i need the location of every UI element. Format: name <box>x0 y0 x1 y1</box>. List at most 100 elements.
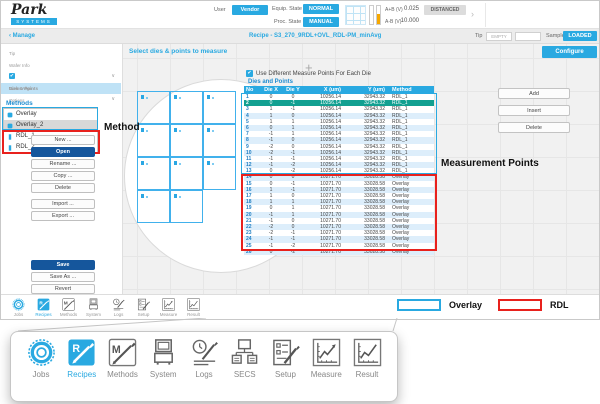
sample-state-button[interactable]: LOADED <box>563 31 597 41</box>
tip-state-field[interactable]: EMPTY <box>486 32 512 41</box>
use-different-points-checkbox[interactable]: ✔ <box>246 70 253 77</box>
distanced-button[interactable]: DISTANCED <box>424 5 466 15</box>
wafer-die[interactable] <box>203 157 236 190</box>
svg-text:M: M <box>112 344 121 356</box>
callout-toolbar-item[interactable]: Logs <box>184 338 224 379</box>
wafer-die[interactable] <box>170 91 203 124</box>
toolbar-item-label: Methods <box>56 312 81 317</box>
tip-field-secondary[interactable] <box>515 32 541 41</box>
tree-item-label: Wafer Info <box>9 60 121 71</box>
back-manage-link[interactable]: ‹ Manage <box>9 33 35 39</box>
wafer-die[interactable] <box>137 190 170 223</box>
toolbar-item[interactable]: Measure <box>156 296 181 317</box>
tree-item-label: Tip <box>9 48 121 59</box>
sidebar-save-button[interactable]: Save <box>31 260 95 270</box>
signal-level-fill <box>377 14 380 24</box>
jobs-icon <box>27 338 56 367</box>
sidebar-button[interactable]: Delete <box>31 183 95 193</box>
toolbar-item-label: Result <box>181 312 206 317</box>
equip-state-value[interactable]: NORMAL <box>303 4 339 14</box>
callout-toolbar-item[interactable]: Jobs <box>21 338 61 379</box>
sidebar-button[interactable]: Export ... <box>31 211 95 221</box>
methods-icon: M <box>108 338 137 367</box>
callout-item-label: Measure <box>306 370 346 379</box>
legend-label: RDL <box>550 300 569 310</box>
chevron-right-icon[interactable]: › <box>471 9 474 19</box>
sidebar-button[interactable]: Open <box>31 147 95 157</box>
equip-state-label: Equip. State <box>272 6 302 12</box>
toolbar-item[interactable]: M Methods <box>56 296 81 317</box>
a-minus-b-value: 10.000 <box>399 18 419 24</box>
brand-name: Park <box>11 4 57 17</box>
sidebar-tree-item[interactable]: ✔Wafer Align∨ <box>1 71 121 82</box>
system-icon <box>149 338 178 367</box>
legend-swatch <box>498 299 542 311</box>
toolbar-item-label: Recipes <box>31 312 56 317</box>
wafer-die[interactable] <box>203 124 236 157</box>
proc-state-value[interactable]: MANUAL <box>303 17 339 27</box>
callout-toolbar-item[interactable]: Result <box>347 338 387 379</box>
toolbar-item[interactable]: Result <box>181 296 206 317</box>
sidebar-button[interactable]: Import ... <box>31 199 95 209</box>
svg-text:R: R <box>73 343 81 355</box>
measure-icon <box>162 298 175 311</box>
toolbar-item[interactable]: Logs <box>106 296 131 317</box>
legend-swatch <box>397 299 441 311</box>
wafer-die[interactable] <box>170 157 203 190</box>
wafer-die[interactable] <box>137 157 170 190</box>
toolbar-item[interactable]: System <box>81 296 106 317</box>
sidebar-save-button[interactable]: Revert <box>31 284 95 294</box>
points-action-button[interactable]: Delete <box>498 122 570 133</box>
sidebar-tree-item[interactable]: Dies & Points <box>1 83 121 94</box>
checkbox[interactable]: ✔ <box>9 73 15 79</box>
wafer-die[interactable] <box>137 91 170 124</box>
callout-toolbar-item[interactable]: R Recipes <box>62 338 102 379</box>
logs-icon <box>190 338 219 367</box>
callout-toolbar-item[interactable]: Setup <box>266 338 306 379</box>
toolbar-item-label: Jobs <box>6 312 31 317</box>
setup-icon <box>137 298 150 311</box>
callout-toolbar-item[interactable]: System <box>143 338 183 379</box>
wafer-die[interactable] <box>137 124 170 157</box>
sidebar-tree-item[interactable]: Wafer Info∨ <box>1 60 121 71</box>
sidebar-button[interactable]: New ... <box>31 135 95 145</box>
proc-state-label: Proc. State <box>274 19 301 25</box>
result-icon <box>187 298 200 311</box>
callout-item-label: Result <box>347 370 387 379</box>
chevron-down-icon[interactable]: ∨ <box>111 71 115 82</box>
methods-annotation-box-overlay <box>2 107 98 130</box>
callout-toolbar-item[interactable]: M Methods <box>103 338 143 379</box>
wafer-die[interactable] <box>203 91 236 124</box>
toolbar-zoom-callout: Jobs R Recipes M Methods System Logs <box>10 331 398 402</box>
toolbar-item-label: System <box>81 312 106 317</box>
sidebar-tree-item[interactable]: Tip <box>1 48 121 59</box>
toolbar-item[interactable]: Setup <box>131 296 156 317</box>
sidebar-button[interactable]: Rename ... <box>31 159 95 169</box>
page-title: Select dies & points to measure <box>129 48 227 55</box>
wafer-die[interactable] <box>170 124 203 157</box>
a-plus-b-value: 0.025 <box>399 6 419 12</box>
z-position-bar <box>369 5 374 25</box>
points-action-button[interactable]: Add <box>498 88 570 99</box>
points-action-button[interactable]: Insert <box>498 105 570 116</box>
callout-item-label: System <box>143 370 183 379</box>
sidebar-button[interactable]: Copy ... <box>31 171 95 181</box>
toolbar-item[interactable]: Jobs <box>6 296 31 317</box>
toolbar-item[interactable]: R Recipes <box>31 296 56 317</box>
manage-bar: ‹ Manage Recipe - S3_270_9RDL+OVL_RDL-PM… <box>1 29 600 44</box>
legend-item: Overlay <box>397 299 482 311</box>
user-role-button[interactable]: Vendor <box>232 5 268 15</box>
secs-icon <box>230 338 259 367</box>
sidebar-save-button[interactable]: Save As ... <box>31 272 95 282</box>
configure-button[interactable]: Configure <box>542 46 597 58</box>
system-icon <box>87 298 100 311</box>
callout-item-label: SECS <box>225 370 265 379</box>
park-systems-logo: Park SYSTEMS <box>11 4 57 25</box>
wafer-die[interactable] <box>170 190 203 223</box>
tip-label: Tip <box>475 33 482 39</box>
chevron-down-icon[interactable]: ∨ <box>111 94 115 105</box>
callout-item-label: Logs <box>184 370 224 379</box>
result-icon <box>353 338 382 367</box>
callout-toolbar-item[interactable]: SECS <box>225 338 265 379</box>
callout-toolbar-item[interactable]: Measure <box>306 338 346 379</box>
